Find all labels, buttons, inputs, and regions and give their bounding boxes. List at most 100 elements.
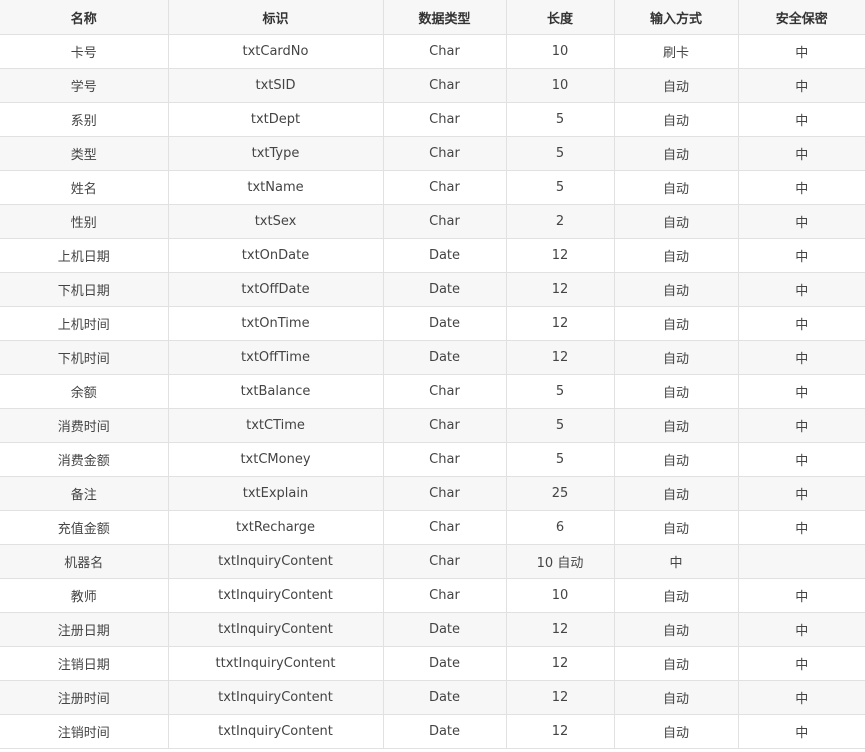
cell-security: 中: [737, 34, 865, 69]
cell-name: 下机日期: [0, 272, 169, 307]
cell-identifier: txtExplain: [167, 476, 384, 511]
cell-security: 中: [737, 374, 865, 409]
cell-input-method: 自动: [613, 204, 739, 239]
cell-data-type: Date: [382, 272, 507, 307]
cell-length: 5: [505, 102, 615, 137]
cell-name: 下机时间: [0, 340, 169, 375]
cell-identifier: txtSex: [167, 204, 384, 239]
cell-security: 中: [737, 578, 865, 613]
cell-name: 充值金额: [0, 510, 169, 545]
cell-data-type: Char: [382, 136, 507, 171]
cell-data-type: Char: [382, 374, 507, 409]
cell-security: 中: [737, 408, 865, 443]
cell-identifier: txtRecharge: [167, 510, 384, 545]
cell-input-method: 自动: [613, 680, 739, 715]
cell-data-type: Date: [382, 680, 507, 715]
cell-name: 余额: [0, 374, 169, 409]
cell-length: 25: [505, 476, 615, 511]
table-row: 余额 txtBalance Char 5 自动中: [0, 374, 865, 409]
cell-data-type: Date: [382, 340, 507, 375]
cell-data-type: Char: [382, 68, 507, 103]
cell-input-method: 自动: [613, 578, 739, 613]
table-row: 备注 txtExplain Char 25 自动中: [0, 476, 865, 511]
cell-length: 12: [505, 646, 615, 681]
cell-length: 12: [505, 612, 615, 647]
cell-length: 12: [505, 340, 615, 375]
cell-security: 中: [737, 272, 865, 307]
table-row: 消费时间 txtCTime Char 5 自动中: [0, 408, 865, 443]
cell-identifier: txtInquiryContent: [167, 578, 384, 613]
cell-security: 中: [737, 306, 865, 341]
table-row: 下机日期 txtOffDate Date 12 自动中: [0, 272, 865, 307]
cell-data-type: Char: [382, 34, 507, 69]
cell-input-method: 自动: [613, 136, 739, 171]
cell-length: 12: [505, 714, 615, 749]
cell-input-method: 中: [613, 544, 739, 579]
table-row: 机器名 txtInquiryContent Char 10 自动中: [0, 544, 865, 579]
cell-length: 6: [505, 510, 615, 545]
table-row: 姓名 txtName Char 5 自动中: [0, 170, 865, 205]
cell-security: 中: [737, 476, 865, 511]
cell-identifier: txtOffTime: [167, 340, 384, 375]
cell-name: 教师: [0, 578, 169, 613]
cell-data-type: Char: [382, 544, 507, 579]
cell-length: 10 自动: [505, 544, 615, 579]
cell-name: 消费时间: [0, 408, 169, 443]
cell-input-method: 自动: [613, 374, 739, 409]
cell-identifier: txtType: [167, 136, 384, 171]
data-dictionary-table: 名称 标识 数据类型 长度 输入方式 安全保密 卡号 txtCardNo Char 1…: [0, 0, 865, 749]
cell-input-method: 自动: [613, 340, 739, 375]
cell-identifier: txtOnTime: [167, 306, 384, 341]
cell-length: 12: [505, 306, 615, 341]
cell-identifier: txtInquiryContent: [167, 680, 384, 715]
cell-length: 12: [505, 238, 615, 273]
cell-data-type: Date: [382, 612, 507, 647]
cell-data-type: Char: [382, 170, 507, 205]
cell-name: 注销日期: [0, 646, 169, 681]
cell-input-method: 自动: [613, 714, 739, 749]
cell-input-method: 自动: [613, 510, 739, 545]
header-row: 名称 标识 数据类型 长度 输入方式 安全保密: [0, 0, 865, 35]
table-row: 注册时间 txtInquiryContent Date 12 自动中: [0, 680, 865, 715]
cell-length: 10: [505, 578, 615, 613]
table-row: 上机时间 txtOnTime Date 12 自动中: [0, 306, 865, 341]
table-row: 消费金额 txtCMoney Char 5 自动中: [0, 442, 865, 477]
cell-data-type: Char: [382, 578, 507, 613]
cell-input-method: 自动: [613, 476, 739, 511]
cell-input-method: 自动: [613, 442, 739, 477]
table-row: 注销时间 txtInquiryContent Date 12 自动中: [0, 714, 865, 749]
table-row: 教师 txtInquiryContent Char 10 自动中: [0, 578, 865, 613]
cell-identifier: txtInquiryContent: [167, 612, 384, 647]
cell-length: 5: [505, 170, 615, 205]
cell-data-type: Char: [382, 408, 507, 443]
cell-security: 中: [737, 102, 865, 137]
cell-security: 中: [737, 442, 865, 477]
cell-security: 中: [737, 204, 865, 239]
table-row: 注销日期 ttxtInquiryContent Date 12 自动中: [0, 646, 865, 681]
cell-name: 注册时间: [0, 680, 169, 715]
cell-identifier: txtOffDate: [167, 272, 384, 307]
cell-security: [737, 544, 865, 579]
cell-name: 注销时间: [0, 714, 169, 749]
table-row: 性别 txtSex Char 2 自动中: [0, 204, 865, 239]
cell-identifier: txtBalance: [167, 374, 384, 409]
cell-security: 中: [737, 510, 865, 545]
cell-length: 5: [505, 442, 615, 477]
cell-identifier: txtCMoney: [167, 442, 384, 477]
cell-length: 12: [505, 272, 615, 307]
cell-data-type: Char: [382, 204, 507, 239]
table-row: 上机日期 txtOnDate Date 12 自动中: [0, 238, 865, 273]
cell-data-type: Char: [382, 476, 507, 511]
table-row: 类型 txtType Char 5 自动中: [0, 136, 865, 171]
table-row: 下机时间 txtOffTime Date 12 自动中: [0, 340, 865, 375]
cell-input-method: 自动: [613, 408, 739, 443]
column-header-name: 名称: [0, 0, 169, 35]
cell-name: 性别: [0, 204, 169, 239]
cell-security: 中: [737, 136, 865, 171]
cell-length: 12: [505, 680, 615, 715]
table-row: 系别 txtDept Char 5 自动中: [0, 102, 865, 137]
cell-length: 5: [505, 408, 615, 443]
cell-input-method: 自动: [613, 646, 739, 681]
cell-data-type: Date: [382, 238, 507, 273]
cell-security: 中: [737, 680, 865, 715]
